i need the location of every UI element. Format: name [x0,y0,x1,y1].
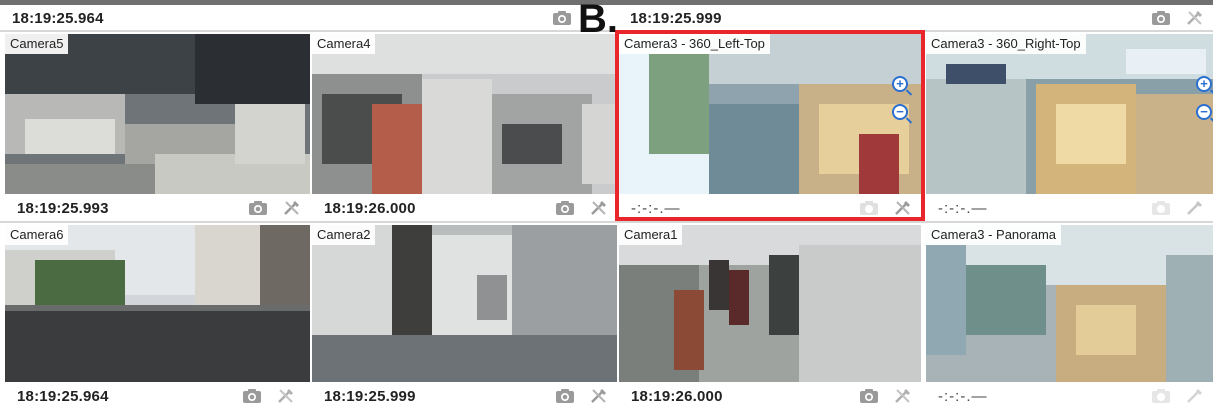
tile-status-bar: -:-:-.— [926,196,1213,220]
timestamp: 18:19:26.000 [324,199,416,217]
tile-status-bar: 18:19:25.999 [312,384,617,408]
settings-tools-icon[interactable] [893,387,913,405]
timestamp: 18:19:25.964 [12,9,104,27]
camera-label: Camera3 - 360_Right-Top [926,34,1086,54]
timestamp: 18:19:26.000 [631,387,723,405]
row-divider [0,221,1213,223]
top-status-bar-left: 18:19:25.964 [0,6,612,30]
settings-tools-icon[interactable] [1185,9,1205,27]
camera-feed-image [312,34,617,194]
tile-status-bar: 18:19:26.000 [312,196,617,220]
settings-tools-icon[interactable] [589,387,609,405]
camera-tile-camera3-panorama[interactable]: Camera3 - Panorama [926,225,1213,382]
camera-label: Camera1 [619,225,683,245]
zoom-in-icon[interactable]: + [892,76,908,92]
top-status-bar-right: 18:19:25.999 [618,6,1213,30]
timestamp: 18:19:25.964 [17,387,109,405]
camera-feed-image [926,34,1213,194]
camera-tile-camera3-right-top[interactable]: Camera3 - 360_Right-Top [926,34,1213,194]
zoom-out-icon[interactable]: − [1196,104,1212,120]
tile-status-bar: -:-:-.— [926,384,1213,408]
snapshot-camera-icon[interactable] [859,387,879,405]
tile-status-bar: 18:19:26.000 [619,384,921,408]
timestamp: -:-:-.— [938,199,988,217]
settings-tools-icon[interactable] [589,199,609,217]
camera-feed-image [619,225,921,382]
snapshot-camera-icon[interactable] [555,387,575,405]
camera-tile-camera6[interactable]: Camera6 [5,225,310,382]
snapshot-camera-icon[interactable] [1151,199,1171,217]
zoom-out-icon[interactable]: − [892,104,908,120]
settings-tools-icon[interactable] [893,199,913,217]
camera-tile-camera5[interactable]: Camera5 [5,34,310,194]
camera-feed-image [5,34,310,194]
camera-tile-camera1[interactable]: Camera1 [619,225,921,382]
camera-label: Camera2 [312,225,376,245]
camera-label: Camera3 - 360_Left-Top [619,34,770,54]
camera-feed-image [5,225,310,382]
tile-status-bar: -:-:-.— [619,196,921,220]
snapshot-camera-icon[interactable] [555,199,575,217]
snapshot-camera-icon[interactable] [859,199,879,217]
timestamp: -:-:-.— [631,199,681,217]
snapshot-camera-icon[interactable] [1151,9,1171,27]
settings-tools-icon[interactable] [276,387,296,405]
timestamp: 18:19:25.999 [324,387,416,405]
camera-feed-image [312,225,617,382]
settings-tools-icon[interactable] [1185,199,1205,217]
settings-tools-icon[interactable] [282,199,302,217]
timestamp: -:-:-.— [938,387,988,405]
camera-feed-image [926,225,1213,382]
camera-label: Camera6 [5,225,69,245]
camera-label: Camera5 [5,34,69,54]
zoom-in-icon[interactable]: + [1196,76,1212,92]
annotation-marker: B. [578,0,618,41]
snapshot-camera-icon[interactable] [1151,387,1171,405]
snapshot-camera-icon[interactable] [248,199,268,217]
snapshot-camera-icon[interactable] [552,9,572,27]
timestamp: 18:19:25.999 [630,9,722,27]
camera-label: Camera4 [312,34,376,54]
camera-feed-image [619,34,921,194]
camera-tile-camera2[interactable]: Camera2 [312,225,617,382]
camera-tile-camera4[interactable]: Camera4 [312,34,617,194]
camera-label: Camera3 - Panorama [926,225,1061,245]
snapshot-camera-icon[interactable] [242,387,262,405]
tile-status-bar: 18:19:25.964 [5,384,310,408]
timestamp: 18:19:25.993 [17,199,109,217]
tile-status-bar: 18:19:25.993 [5,196,310,220]
camera-tile-camera3-left-top[interactable]: Camera3 - 360_Left-Top [619,34,921,194]
settings-tools-icon[interactable] [1185,387,1205,405]
